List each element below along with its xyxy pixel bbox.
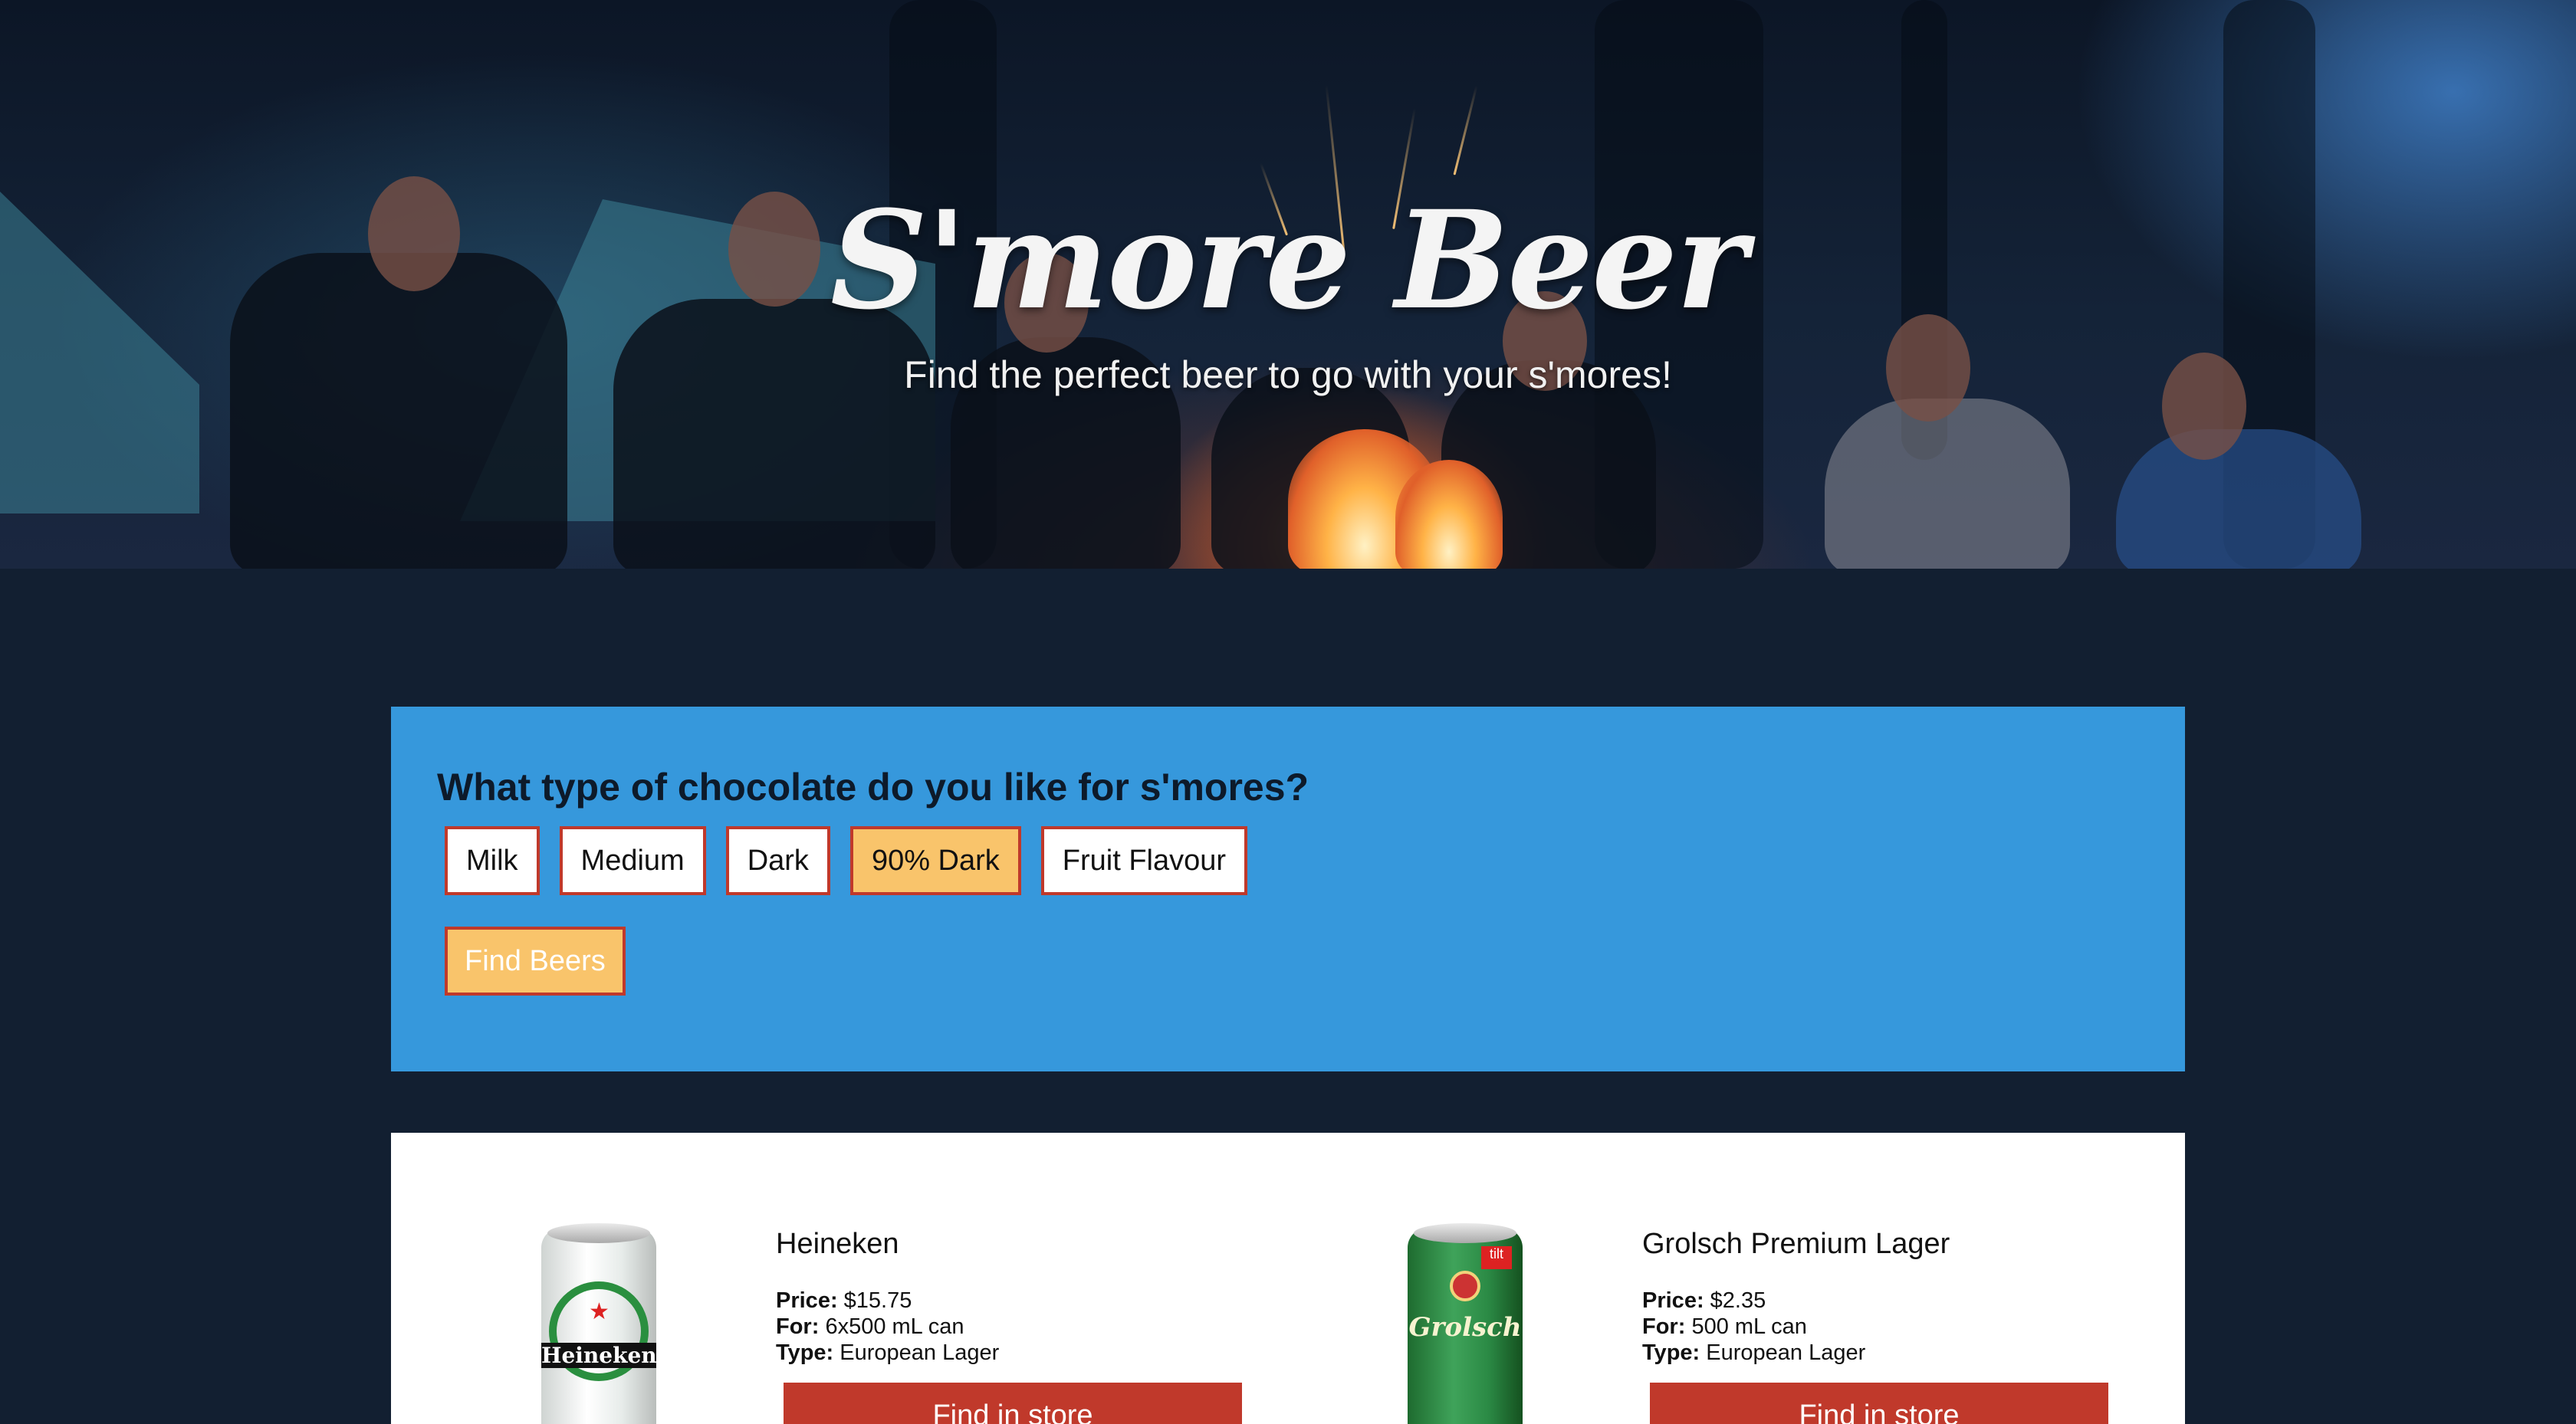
grolsch-can-image: tilt Grolsch	[1408, 1223, 1523, 1424]
beer-price: $15.75	[843, 1288, 912, 1313]
option-fruit-flavour-button[interactable]: Fruit Flavour	[1040, 826, 1248, 895]
for-label: For:	[1642, 1314, 1686, 1339]
beer-results-panel: ★ Heineken Heineken Price: $15.75 For: 6…	[391, 1133, 2185, 1424]
option-dark-button[interactable]: Dark	[725, 826, 830, 895]
price-label: Price:	[776, 1288, 838, 1313]
option-milk-button[interactable]: Milk	[445, 826, 540, 895]
chocolate-quiz-panel: What type of chocolate do you like for s…	[391, 707, 2185, 1071]
beer-name: Grolsch Premium Lager	[1642, 1228, 1950, 1260]
beer-card: tilt Grolsch Grolsch Premium Lager Price…	[1257, 1133, 2108, 1424]
quiz-question: What type of chocolate do you like for s…	[437, 766, 1309, 809]
heineken-can-image: ★ Heineken	[541, 1223, 657, 1424]
beer-name: Heineken	[776, 1228, 899, 1260]
find-beers-button[interactable]: Find Beers	[445, 927, 626, 996]
price-label: Price:	[1642, 1288, 1704, 1313]
beer-details: Price: $15.75 For: 6x500 mL can Type: Eu…	[776, 1288, 999, 1366]
site-subtitle: Find the perfect beer to go with your s'…	[904, 353, 1672, 396]
hero-banner: S'more Beer Find the perfect beer to go …	[0, 0, 2576, 569]
can-brand-text: Grolsch	[1408, 1312, 1522, 1343]
beer-price: $2.35	[1710, 1288, 1766, 1313]
beer-type: European Lager	[840, 1340, 1000, 1365]
beer-type: European Lager	[1706, 1340, 1866, 1365]
type-label: Type:	[776, 1340, 834, 1365]
option-medium-button[interactable]: Medium	[559, 826, 706, 895]
beer-card: ★ Heineken Heineken Price: $15.75 For: 6…	[391, 1133, 1242, 1424]
find-in-store-button[interactable]: Find in store	[1650, 1383, 2108, 1424]
chocolate-options: Milk Medium Dark 90% Dark Fruit Flavour	[445, 826, 1248, 895]
type-label: Type:	[1642, 1340, 1700, 1365]
option-90-dark-button[interactable]: 90% Dark	[849, 826, 1021, 895]
beer-package: 500 mL can	[1691, 1314, 1807, 1339]
site-title: S'more Beer	[830, 181, 1747, 340]
beer-details: Price: $2.35 For: 500 mL can Type: Europ…	[1642, 1288, 1865, 1366]
for-label: For:	[776, 1314, 820, 1339]
beer-package: 6x500 mL can	[825, 1314, 964, 1339]
find-in-store-button[interactable]: Find in store	[784, 1383, 1242, 1424]
can-brand-text: Heineken	[541, 1343, 657, 1368]
